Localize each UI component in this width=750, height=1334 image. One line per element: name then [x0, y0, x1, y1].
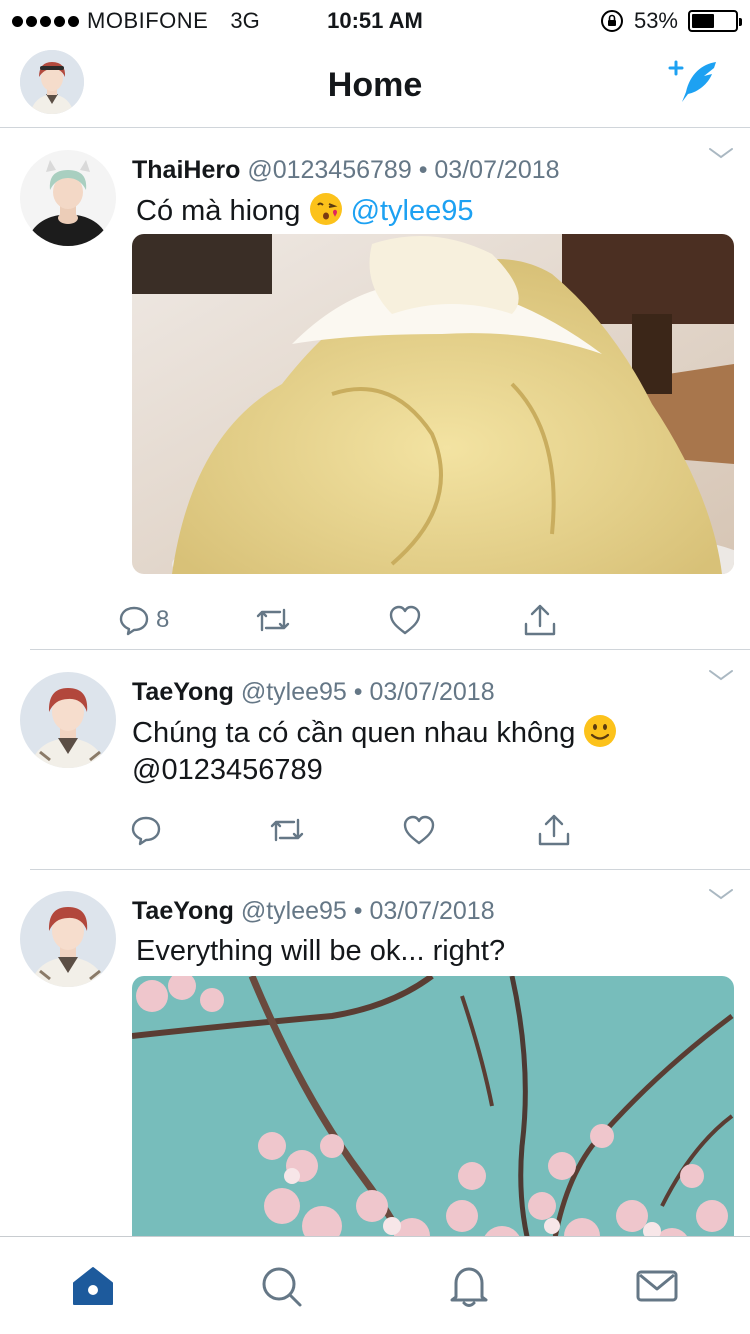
tweet[interactable]: TaeYong @tylee95 • 03/07/2018 Chúng ta c…: [0, 650, 750, 870]
display-name[interactable]: ThaiHero: [132, 156, 240, 184]
tweet[interactable]: ThaiHero @0123456789 • 03/07/2018 Có mà …: [0, 128, 750, 650]
tweet-actions: [130, 810, 610, 850]
tweet-header: TaeYong @tylee95 • 03/07/2018: [132, 897, 495, 926]
tweet[interactable]: TaeYong @tylee95 • 03/07/2018 Everything…: [0, 869, 750, 1256]
heart-icon: [389, 605, 421, 635]
tweet-actions: 8: [118, 600, 598, 640]
user-avatar[interactable]: [20, 891, 116, 987]
display-name[interactable]: TaeYong: [132, 678, 234, 706]
share-icon: [538, 814, 570, 846]
chevron-down-icon[interactable]: [708, 668, 734, 682]
separator-dot: •: [353, 678, 363, 706]
tweet-header: TaeYong @tylee95 • 03/07/2018: [132, 678, 495, 707]
tweet-text: Có mà hiong @tylee95: [136, 192, 726, 230]
user-handle[interactable]: @0123456789: [247, 156, 411, 184]
tweet-body: Everything will be ok... right?: [136, 935, 506, 967]
share-button[interactable]: [536, 810, 572, 850]
durian-dessert-photo[interactable]: [132, 234, 734, 574]
cherry-blossom-photo[interactable]: [132, 976, 734, 1256]
separator-dot: •: [353, 897, 363, 925]
top-navigation-bar: Home: [0, 40, 750, 128]
battery-icon: [688, 10, 742, 32]
display-name[interactable]: TaeYong: [132, 897, 234, 925]
separator-dot: •: [418, 156, 428, 184]
user-avatar[interactable]: [20, 150, 116, 246]
like-button[interactable]: [402, 810, 436, 850]
retweet-button[interactable]: [268, 810, 306, 850]
bottom-tab-bar: [0, 1236, 750, 1334]
tweet-date: 03/07/2018: [369, 678, 495, 706]
tweet-text: Everything will be ok... right?: [136, 933, 726, 970]
home-icon[interactable]: [70, 1263, 116, 1309]
kissing-face-emoji: [309, 193, 342, 225]
reply-icon: [119, 606, 149, 636]
tweet-body: Có mà hiong: [136, 195, 301, 227]
user-handle[interactable]: @tylee95: [241, 678, 347, 706]
share-icon: [524, 604, 556, 636]
chevron-down-icon[interactable]: [708, 146, 734, 160]
page-title: Home: [327, 66, 423, 104]
reply-button[interactable]: 8: [118, 600, 169, 640]
orientation-lock-icon: [600, 10, 623, 32]
tweet-body-line2: @0123456789: [132, 754, 323, 786]
retweet-button[interactable]: [254, 600, 292, 640]
reply-count: 8: [156, 606, 170, 633]
user-avatar[interactable]: [20, 672, 116, 768]
battery-info: 53%: [600, 8, 742, 34]
tweet-body: Chúng ta có cần quen nhau không: [132, 717, 576, 749]
heart-icon: [403, 815, 435, 845]
retweet-icon: [256, 608, 290, 632]
share-button[interactable]: [522, 600, 558, 640]
chevron-down-icon[interactable]: [708, 887, 734, 901]
reply-button[interactable]: [130, 810, 162, 850]
messages-icon[interactable]: [634, 1263, 680, 1309]
mention-link[interactable]: @tylee95: [351, 195, 474, 227]
compose-tweet-icon[interactable]: [668, 58, 720, 106]
reply-icon: [131, 816, 161, 846]
battery-percentage: 53%: [633, 8, 678, 33]
tweet-date: 03/07/2018: [369, 897, 495, 925]
like-button[interactable]: [388, 600, 422, 640]
smiling-face-emoji: [584, 715, 617, 747]
battery-level-fill: [692, 14, 715, 28]
tweet-header: ThaiHero @0123456789 • 03/07/2018: [132, 156, 560, 185]
retweet-icon: [270, 818, 304, 842]
tweet-text: Chúng ta có cần quen nhau không @0123456…: [132, 714, 722, 789]
status-bar: MOBIFONE 3G 10:51 AM 53%: [0, 0, 750, 40]
user-handle[interactable]: @tylee95: [241, 897, 347, 925]
search-icon[interactable]: [258, 1263, 304, 1309]
tweet-date: 03/07/2018: [434, 156, 560, 184]
notifications-icon[interactable]: [446, 1263, 492, 1309]
